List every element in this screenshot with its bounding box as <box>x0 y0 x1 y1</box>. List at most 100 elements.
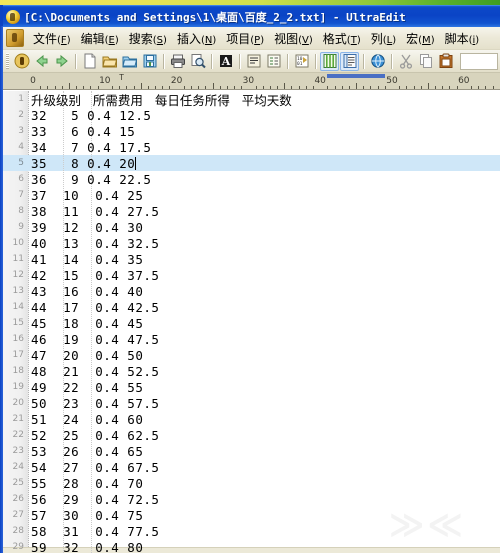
editor-line[interactable]: 17 47 20 0.4 50 <box>3 347 500 363</box>
ruler-tick <box>40 86 42 89</box>
line-numbers-icon[interactable] <box>340 51 359 71</box>
menu-item-9[interactable]: 宏(M) <box>401 28 439 49</box>
new-file-icon[interactable] <box>80 52 99 71</box>
line-number: 11 <box>12 254 24 264</box>
back-arrow-icon[interactable] <box>32 52 51 71</box>
window-left-border <box>0 26 3 553</box>
line-number: 16 <box>12 334 24 344</box>
menu-item-2[interactable]: 编辑(E) <box>76 28 124 49</box>
editor-line[interactable]: 14 44 17 0.4 42.5 <box>3 299 500 315</box>
app-logo-icon[interactable] <box>12 52 31 71</box>
menu-item-8[interactable]: 列(L) <box>366 28 401 49</box>
ruler-tick <box>399 86 401 89</box>
document-system-menu-icon[interactable] <box>6 29 24 47</box>
menu-item-label: 项目 <box>226 31 251 46</box>
ruler-tick <box>140 83 142 89</box>
menu-item-4[interactable]: 插入(N) <box>172 28 221 49</box>
copy-icon[interactable] <box>416 52 435 71</box>
editor-line[interactable]: 9 39 12 0.4 30 <box>3 219 500 235</box>
print-icon[interactable] <box>168 52 187 71</box>
ruler-tick <box>262 86 264 89</box>
line-number: 17 <box>12 350 24 360</box>
ruler-tab-marker[interactable]: T <box>119 73 124 82</box>
editor-line[interactable]: 8 38 11 0.4 27.5 <box>3 203 500 219</box>
cut-icon[interactable] <box>396 52 415 71</box>
editor-line[interactable]: 2 32 5 0.4 12.5 <box>3 107 500 123</box>
editor-line[interactable]: 28 58 31 0.4 77.5 <box>3 523 500 539</box>
editor-line[interactable]: 16 46 19 0.4 47.5 <box>3 331 500 347</box>
line-number: 15 <box>12 318 24 328</box>
menu-item-label: 脚本 <box>444 31 469 46</box>
editor-line[interactable]: 4 34 7 0.4 17.5 <box>3 139 500 155</box>
editor-line[interactable]: 23 53 26 0.4 65 <box>3 443 500 459</box>
editor-line[interactable]: 10 40 13 0.4 32.5 <box>3 235 500 251</box>
menu-item-label: 宏 <box>406 31 419 46</box>
menu-item-5[interactable]: 项目(P) <box>221 28 269 49</box>
editor-line[interactable]: 20 50 23 0.4 57.5 <box>3 395 500 411</box>
editor-line-selected[interactable]: 5 35 8 0.4 20 <box>3 155 500 171</box>
line-number: 13 <box>12 286 24 296</box>
editor-line[interactable]: 13 43 16 0.4 40 <box>3 283 500 299</box>
menu-item-3[interactable]: 搜索(S) <box>124 28 172 49</box>
ruler-tick <box>97 86 99 89</box>
editor-line[interactable]: 22 52 25 0.4 62.5 <box>3 427 500 443</box>
toolbar-drag-grip[interactable] <box>6 53 9 69</box>
column-mode-icon[interactable] <box>320 51 339 71</box>
text-editor-area[interactable]: ≫≪ 1 升级级别 所需费用 每日任务所得 平均天数 2 32 5 0.4 12.5 3… <box>3 90 500 553</box>
open-project-icon[interactable] <box>120 52 139 71</box>
editor-line[interactable]: 24 54 27 0.4 67.5 <box>3 459 500 475</box>
editor-line[interactable]: 18 48 21 0.4 52.5 <box>3 363 500 379</box>
menu-item-1[interactable]: 文件(F) <box>28 28 76 49</box>
menu-item-10[interactable]: 脚本(i) <box>440 28 485 49</box>
ruler-tick <box>255 86 257 89</box>
toolbar-separator <box>239 53 241 69</box>
editor-line[interactable]: 15 45 18 0.4 45 <box>3 315 500 331</box>
menu-item-7[interactable]: 格式(T) <box>318 28 366 49</box>
ruler-tick <box>363 86 365 89</box>
line-text: 56 29 0.4 72.5 <box>31 491 160 507</box>
list-format-icon[interactable] <box>264 52 283 71</box>
editor-line[interactable]: 21 51 24 0.4 60 <box>3 411 500 427</box>
line-number: 24 <box>12 462 24 472</box>
title-bar[interactable]: [C:\Documents and Settings\1\桌面\百度_2_2.t… <box>3 5 500 27</box>
ruler-tick <box>277 86 279 89</box>
ruler-tick <box>348 86 350 89</box>
editor-line[interactable]: 11 41 14 0.4 35 <box>3 251 500 267</box>
line-text: 40 13 0.4 32.5 <box>31 235 160 251</box>
editor-line[interactable]: 27 57 30 0.4 75 <box>3 507 500 523</box>
line-number: 20 <box>12 398 24 408</box>
window-title: [C:\Documents and Settings\1\桌面\百度_2_2.t… <box>24 10 406 24</box>
menu-item-6[interactable]: 视图(V) <box>269 28 318 49</box>
ruler-tick <box>61 86 63 89</box>
editor-line[interactable]: 26 56 29 0.4 72.5 <box>3 491 500 507</box>
browser-view-icon[interactable] <box>368 52 387 71</box>
word-wrap-icon[interactable] <box>244 52 263 71</box>
ruler-label: 0 <box>30 76 36 86</box>
column-ruler[interactable]: 0 10 20 30 40 50 60 T <box>3 73 500 90</box>
ruler-tick <box>413 86 415 89</box>
line-text: 41 14 0.4 35 <box>31 251 144 267</box>
toolbar-separator <box>287 53 289 69</box>
editor-line[interactable]: 3 33 6 0.4 15 <box>3 123 500 139</box>
font-icon[interactable]: A <box>216 52 235 71</box>
editor-line[interactable]: 12 42 15 0.4 37.5 <box>3 267 500 283</box>
print-preview-icon[interactable] <box>188 52 207 71</box>
toolbar-find-input[interactable] <box>460 52 498 70</box>
hex-edit-icon[interactable]: 10 01 <box>292 52 311 71</box>
save-icon[interactable] <box>140 52 159 71</box>
editor-line[interactable]: 25 55 28 0.4 70 <box>3 475 500 491</box>
line-text: 57 30 0.4 75 <box>31 507 144 523</box>
line-number: 8 <box>18 206 24 216</box>
line-text: 33 6 0.4 15 <box>31 123 136 139</box>
editor-line[interactable]: 6 36 9 0.4 22.5 <box>3 171 500 187</box>
editor-line[interactable]: 19 49 22 0.4 55 <box>3 379 500 395</box>
open-folder-icon[interactable] <box>100 52 119 71</box>
line-text: 39 12 0.4 30 <box>31 219 144 235</box>
editor-line[interactable]: 1 升级级别 所需费用 每日任务所得 平均天数 <box>3 91 500 108</box>
line-number: 25 <box>12 478 24 488</box>
paste-icon[interactable] <box>436 52 455 71</box>
line-number: 19 <box>12 382 24 392</box>
editor-line[interactable]: 7 37 10 0.4 25 <box>3 187 500 203</box>
forward-arrow-icon[interactable] <box>52 52 71 71</box>
line-text: 46 19 0.4 47.5 <box>31 331 160 347</box>
